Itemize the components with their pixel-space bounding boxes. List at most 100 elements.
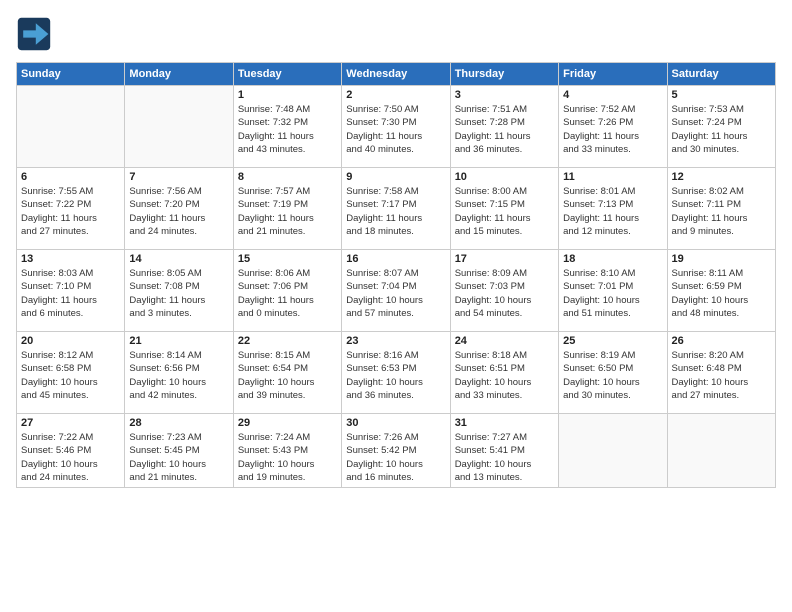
day-number: 25: [563, 335, 662, 347]
calendar-cell: 13 Sunrise: 8:03 AM Sunset: 7:10 PM Dayli…: [17, 250, 125, 332]
day-number: 14: [129, 253, 228, 265]
calendar-cell: 6 Sunrise: 7:55 AM Sunset: 7:22 PM Daylig…: [17, 168, 125, 250]
day-number: 2: [346, 89, 445, 101]
calendar-table: SundayMondayTuesdayWednesdayThursdayFrid…: [16, 62, 776, 488]
calendar-cell: 30 Sunrise: 7:26 AM Sunset: 5:42 PM Dayli…: [342, 414, 450, 488]
day-info: Sunrise: 8:18 AM Sunset: 6:51 PM Dayligh…: [455, 349, 554, 402]
day-number: 18: [563, 253, 662, 265]
weekday-header: Sunday: [17, 63, 125, 86]
day-number: 30: [346, 417, 445, 429]
calendar-cell: 9 Sunrise: 7:58 AM Sunset: 7:17 PM Daylig…: [342, 168, 450, 250]
day-info: Sunrise: 7:22 AM Sunset: 5:46 PM Dayligh…: [21, 431, 120, 484]
day-info: Sunrise: 8:03 AM Sunset: 7:10 PM Dayligh…: [21, 267, 120, 320]
calendar-cell: 18 Sunrise: 8:10 AM Sunset: 7:01 PM Dayli…: [559, 250, 667, 332]
day-number: 21: [129, 335, 228, 347]
day-info: Sunrise: 7:56 AM Sunset: 7:20 PM Dayligh…: [129, 185, 228, 238]
calendar-cell: 4Sunrise: 7:52 AM Sunset: 7:26 PM Daylig…: [559, 86, 667, 168]
weekday-header: Friday: [559, 63, 667, 86]
day-info: Sunrise: 8:10 AM Sunset: 7:01 PM Dayligh…: [563, 267, 662, 320]
day-number: 19: [672, 253, 771, 265]
day-info: Sunrise: 8:06 AM Sunset: 7:06 PM Dayligh…: [238, 267, 337, 320]
calendar-cell: [559, 414, 667, 488]
calendar-cell: 15Sunrise: 8:06 AM Sunset: 7:06 PM Dayli…: [233, 250, 341, 332]
day-number: 4: [563, 89, 662, 101]
calendar-week-row: 27 Sunrise: 7:22 AM Sunset: 5:46 PM Dayli…: [17, 414, 776, 488]
calendar-cell: 17Sunrise: 8:09 AM Sunset: 7:03 PM Dayli…: [450, 250, 558, 332]
calendar-cell: 19 Sunrise: 8:11 AM Sunset: 6:59 PM Dayli…: [667, 250, 775, 332]
calendar-cell: 23 Sunrise: 8:16 AM Sunset: 6:53 PM Dayli…: [342, 332, 450, 414]
day-number: 12: [672, 171, 771, 183]
day-number: 26: [672, 335, 771, 347]
day-number: 3: [455, 89, 554, 101]
calendar-cell: 12 Sunrise: 8:02 AM Sunset: 7:11 PM Dayli…: [667, 168, 775, 250]
day-info: Sunrise: 7:24 AM Sunset: 5:43 PM Dayligh…: [238, 431, 337, 484]
calendar-cell: 25 Sunrise: 8:19 AM Sunset: 6:50 PM Dayli…: [559, 332, 667, 414]
day-number: 7: [129, 171, 228, 183]
weekday-header: Monday: [125, 63, 233, 86]
calendar-cell: 31Sunrise: 7:27 AM Sunset: 5:41 PM Dayli…: [450, 414, 558, 488]
calendar-cell: 28 Sunrise: 7:23 AM Sunset: 5:45 PM Dayli…: [125, 414, 233, 488]
calendar-week-row: 1 Sunrise: 7:48 AM Sunset: 7:32 PM Daylig…: [17, 86, 776, 168]
calendar-week-row: 20 Sunrise: 8:12 AM Sunset: 6:58 PM Dayli…: [17, 332, 776, 414]
calendar-cell: 20 Sunrise: 8:12 AM Sunset: 6:58 PM Dayli…: [17, 332, 125, 414]
day-info: Sunrise: 8:14 AM Sunset: 6:56 PM Dayligh…: [129, 349, 228, 402]
day-info: Sunrise: 7:58 AM Sunset: 7:17 PM Dayligh…: [346, 185, 445, 238]
day-number: 6: [21, 171, 120, 183]
weekday-header: Wednesday: [342, 63, 450, 86]
calendar-week-row: 6 Sunrise: 7:55 AM Sunset: 7:22 PM Daylig…: [17, 168, 776, 250]
day-number: 5: [672, 89, 771, 101]
day-number: 10: [455, 171, 554, 183]
calendar-cell: 2 Sunrise: 7:50 AM Sunset: 7:30 PM Daylig…: [342, 86, 450, 168]
header: [16, 16, 776, 52]
calendar-cell: [667, 414, 775, 488]
calendar-cell: 3 Sunrise: 7:51 AM Sunset: 7:28 PM Daylig…: [450, 86, 558, 168]
day-number: 27: [21, 417, 120, 429]
calendar-cell: [17, 86, 125, 168]
calendar-cell: 8Sunrise: 7:57 AM Sunset: 7:19 PM Daylig…: [233, 168, 341, 250]
calendar-cell: 27 Sunrise: 7:22 AM Sunset: 5:46 PM Dayli…: [17, 414, 125, 488]
day-info: Sunrise: 7:51 AM Sunset: 7:28 PM Dayligh…: [455, 103, 554, 156]
day-info: Sunrise: 8:16 AM Sunset: 6:53 PM Dayligh…: [346, 349, 445, 402]
day-number: 13: [21, 253, 120, 265]
page: SundayMondayTuesdayWednesdayThursdayFrid…: [0, 0, 792, 612]
day-info: Sunrise: 8:12 AM Sunset: 6:58 PM Dayligh…: [21, 349, 120, 402]
day-info: Sunrise: 8:00 AM Sunset: 7:15 PM Dayligh…: [455, 185, 554, 238]
calendar-cell: 29 Sunrise: 7:24 AM Sunset: 5:43 PM Dayli…: [233, 414, 341, 488]
calendar-cell: 16 Sunrise: 8:07 AM Sunset: 7:04 PM Dayli…: [342, 250, 450, 332]
weekday-header: Thursday: [450, 63, 558, 86]
logo-icon: [16, 16, 52, 52]
day-number: 9: [346, 171, 445, 183]
weekday-header-row: SundayMondayTuesdayWednesdayThursdayFrid…: [17, 63, 776, 86]
calendar-cell: 1 Sunrise: 7:48 AM Sunset: 7:32 PM Daylig…: [233, 86, 341, 168]
day-info: Sunrise: 8:07 AM Sunset: 7:04 PM Dayligh…: [346, 267, 445, 320]
day-info: Sunrise: 7:57 AM Sunset: 7:19 PM Dayligh…: [238, 185, 337, 238]
day-number: 11: [563, 171, 662, 183]
day-number: 1: [238, 89, 337, 101]
day-info: Sunrise: 8:11 AM Sunset: 6:59 PM Dayligh…: [672, 267, 771, 320]
day-number: 23: [346, 335, 445, 347]
day-number: 28: [129, 417, 228, 429]
day-info: Sunrise: 8:02 AM Sunset: 7:11 PM Dayligh…: [672, 185, 771, 238]
day-number: 20: [21, 335, 120, 347]
day-info: Sunrise: 7:26 AM Sunset: 5:42 PM Dayligh…: [346, 431, 445, 484]
calendar-cell: 11Sunrise: 8:01 AM Sunset: 7:13 PM Dayli…: [559, 168, 667, 250]
day-info: Sunrise: 8:05 AM Sunset: 7:08 PM Dayligh…: [129, 267, 228, 320]
day-info: Sunrise: 8:15 AM Sunset: 6:54 PM Dayligh…: [238, 349, 337, 402]
day-number: 16: [346, 253, 445, 265]
day-number: 31: [455, 417, 554, 429]
calendar-cell: 5 Sunrise: 7:53 AM Sunset: 7:24 PM Daylig…: [667, 86, 775, 168]
day-info: Sunrise: 8:09 AM Sunset: 7:03 PM Dayligh…: [455, 267, 554, 320]
day-info: Sunrise: 7:48 AM Sunset: 7:32 PM Dayligh…: [238, 103, 337, 156]
calendar-cell: 22Sunrise: 8:15 AM Sunset: 6:54 PM Dayli…: [233, 332, 341, 414]
calendar-cell: 26Sunrise: 8:20 AM Sunset: 6:48 PM Dayli…: [667, 332, 775, 414]
day-info: Sunrise: 8:19 AM Sunset: 6:50 PM Dayligh…: [563, 349, 662, 402]
day-info: Sunrise: 7:23 AM Sunset: 5:45 PM Dayligh…: [129, 431, 228, 484]
logo: [16, 16, 56, 52]
day-number: 29: [238, 417, 337, 429]
weekday-header: Tuesday: [233, 63, 341, 86]
day-info: Sunrise: 7:50 AM Sunset: 7:30 PM Dayligh…: [346, 103, 445, 156]
day-info: Sunrise: 7:55 AM Sunset: 7:22 PM Dayligh…: [21, 185, 120, 238]
day-info: Sunrise: 7:53 AM Sunset: 7:24 PM Dayligh…: [672, 103, 771, 156]
weekday-header: Saturday: [667, 63, 775, 86]
calendar-week-row: 13 Sunrise: 8:03 AM Sunset: 7:10 PM Dayli…: [17, 250, 776, 332]
